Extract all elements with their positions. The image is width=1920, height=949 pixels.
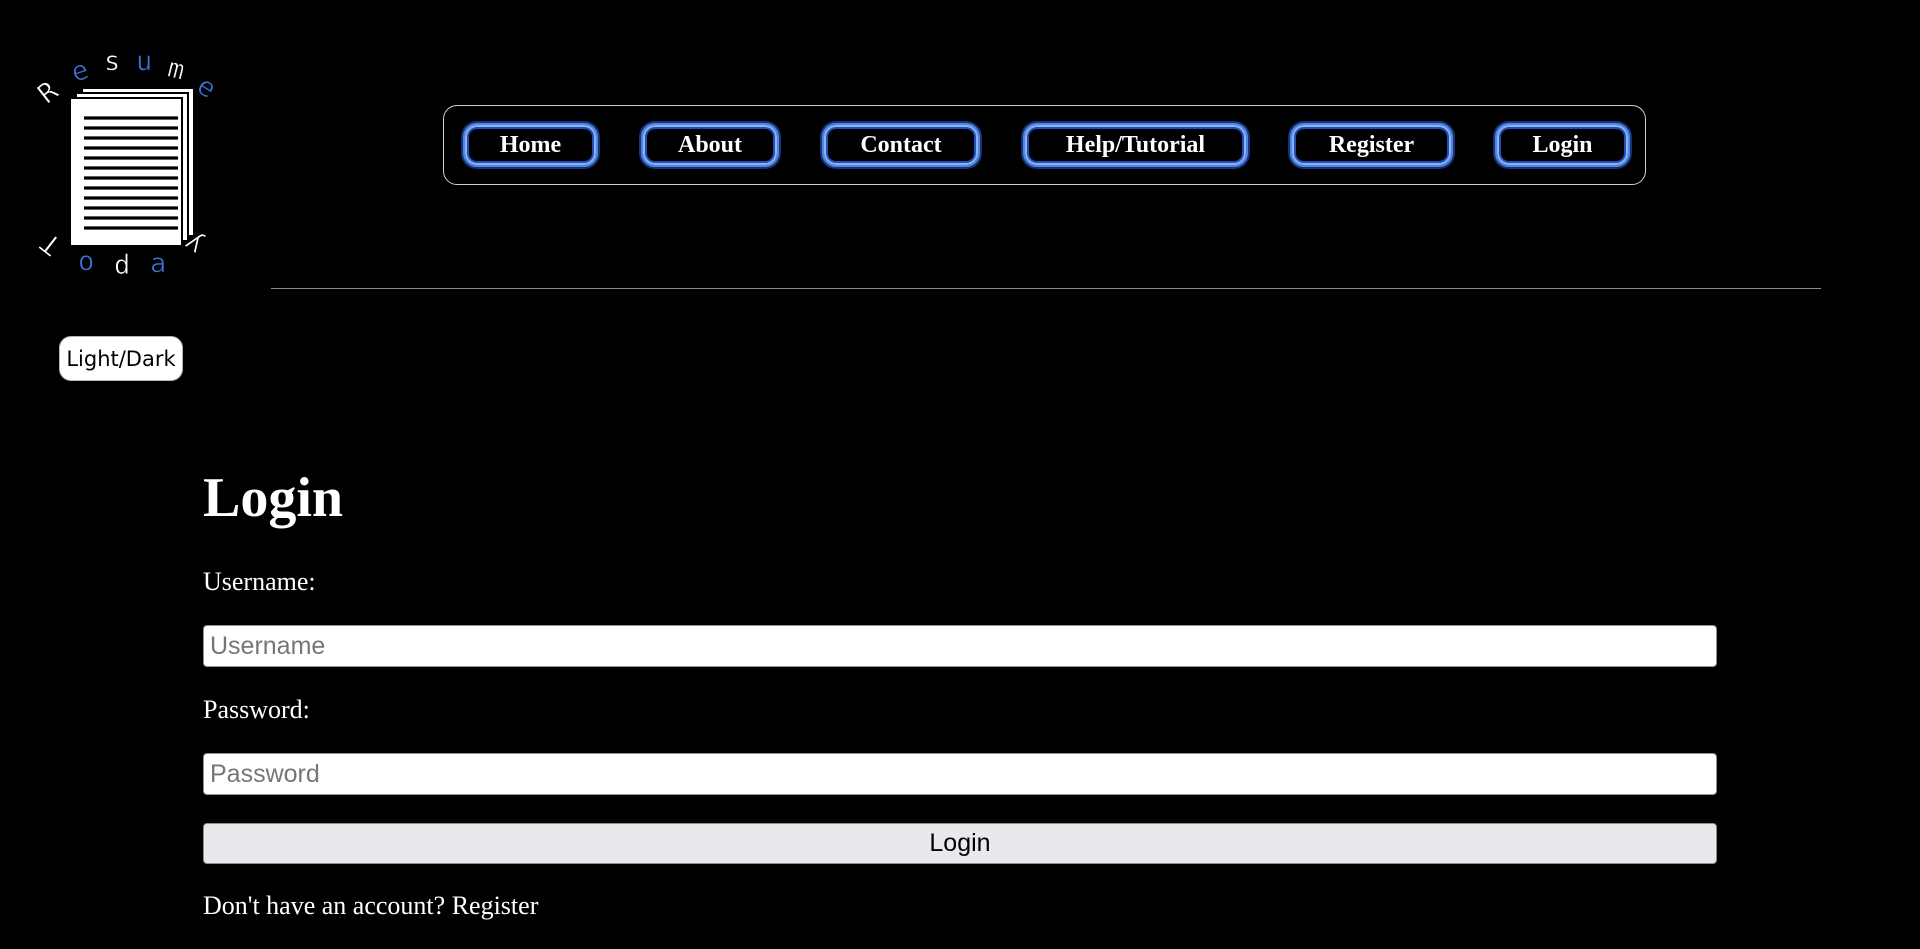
logo-letter: R bbox=[36, 75, 65, 110]
logo-letter: a bbox=[150, 248, 166, 279]
password-label: Password: bbox=[203, 695, 310, 724]
header-divider bbox=[271, 288, 1821, 289]
logo-letter: u bbox=[136, 52, 152, 77]
light-dark-toggle-button[interactable]: Light/Dark bbox=[59, 336, 183, 381]
nav-help-tutorial-button[interactable]: Help/Tutorial bbox=[1023, 123, 1248, 167]
resume-today-logo[interactable]: R e s u m e T o d a y bbox=[36, 52, 236, 282]
page-title: Login bbox=[203, 467, 344, 529]
logo-letter: e bbox=[67, 54, 92, 89]
logo-letter: e bbox=[191, 70, 221, 105]
nav-home-button[interactable]: Home bbox=[463, 123, 598, 167]
register-prompt: Don't have an account? Register bbox=[203, 890, 538, 922]
main-nav: Home About Contact Help/Tutorial Registe… bbox=[443, 105, 1646, 185]
username-label: Username: bbox=[203, 567, 316, 596]
page: R e s u m e T o d a y Home About Contact… bbox=[0, 0, 1920, 949]
document-stack-icon: R e s u m e T o d a y bbox=[36, 52, 222, 281]
username-input[interactable] bbox=[203, 625, 1717, 667]
nav-about-button[interactable]: About bbox=[641, 123, 779, 167]
logo-letter: m bbox=[165, 53, 188, 87]
nav-contact-button[interactable]: Contact bbox=[822, 123, 980, 167]
register-prompt-text: Don't have an account? bbox=[203, 891, 446, 920]
logo-letter: T bbox=[36, 226, 67, 260]
nav-register-button[interactable]: Register bbox=[1290, 123, 1453, 167]
nav-login-button[interactable]: Login bbox=[1495, 123, 1630, 167]
register-link[interactable]: Register bbox=[452, 891, 539, 920]
login-submit-button[interactable]: Login bbox=[203, 823, 1717, 864]
logo-letter: d bbox=[114, 250, 130, 281]
logo-letter: o bbox=[78, 246, 94, 277]
password-input[interactable] bbox=[203, 753, 1717, 795]
logo-letter: s bbox=[104, 52, 120, 77]
